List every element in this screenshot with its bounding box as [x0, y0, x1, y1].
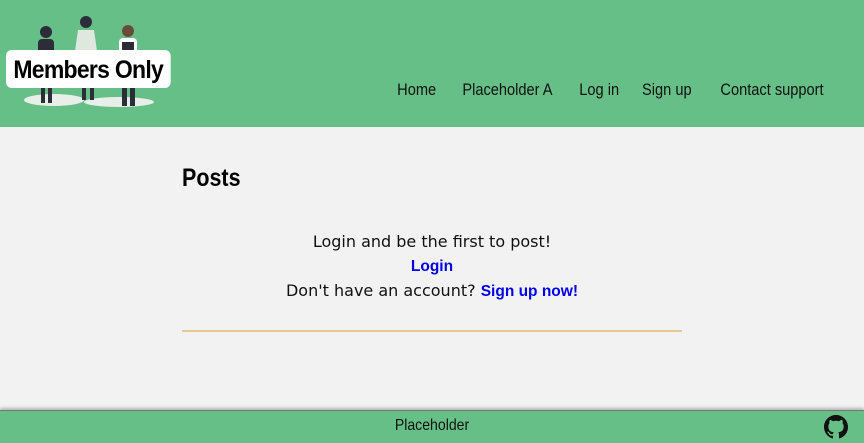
main-content: Posts Login and be the first to post! Lo… — [182, 162, 682, 304]
page-title: Posts — [182, 164, 241, 192]
nav-sign-up[interactable]: Sign up — [635, 78, 698, 102]
nav-home[interactable]: Home — [390, 78, 443, 102]
no-account-text: Don't have an account? — [285, 281, 476, 300]
site-header: Members Only Home Placeholder A Log in S… — [0, 0, 864, 127]
site-footer: Placeholder — [0, 410, 864, 443]
empty-message-text: Login and be the first to post! — [312, 232, 552, 251]
footer-text: Placeholder — [394, 417, 470, 434]
site-logo[interactable]: Members Only — [6, 50, 171, 88]
nav-log-in[interactable]: Log in — [572, 78, 626, 102]
github-icon[interactable] — [824, 415, 848, 439]
main-nav: Home Placeholder A Log in Sign up Contac… — [386, 78, 840, 102]
login-link[interactable]: Login — [411, 258, 453, 275]
divider — [182, 330, 682, 332]
nav-placeholder-a[interactable]: Placeholder A — [456, 78, 560, 102]
empty-posts-message: Login and be the first to post! Login Do… — [182, 230, 682, 304]
nav-contact-support[interactable]: Contact support — [714, 78, 831, 102]
signup-link[interactable]: Sign up now! — [481, 283, 578, 300]
